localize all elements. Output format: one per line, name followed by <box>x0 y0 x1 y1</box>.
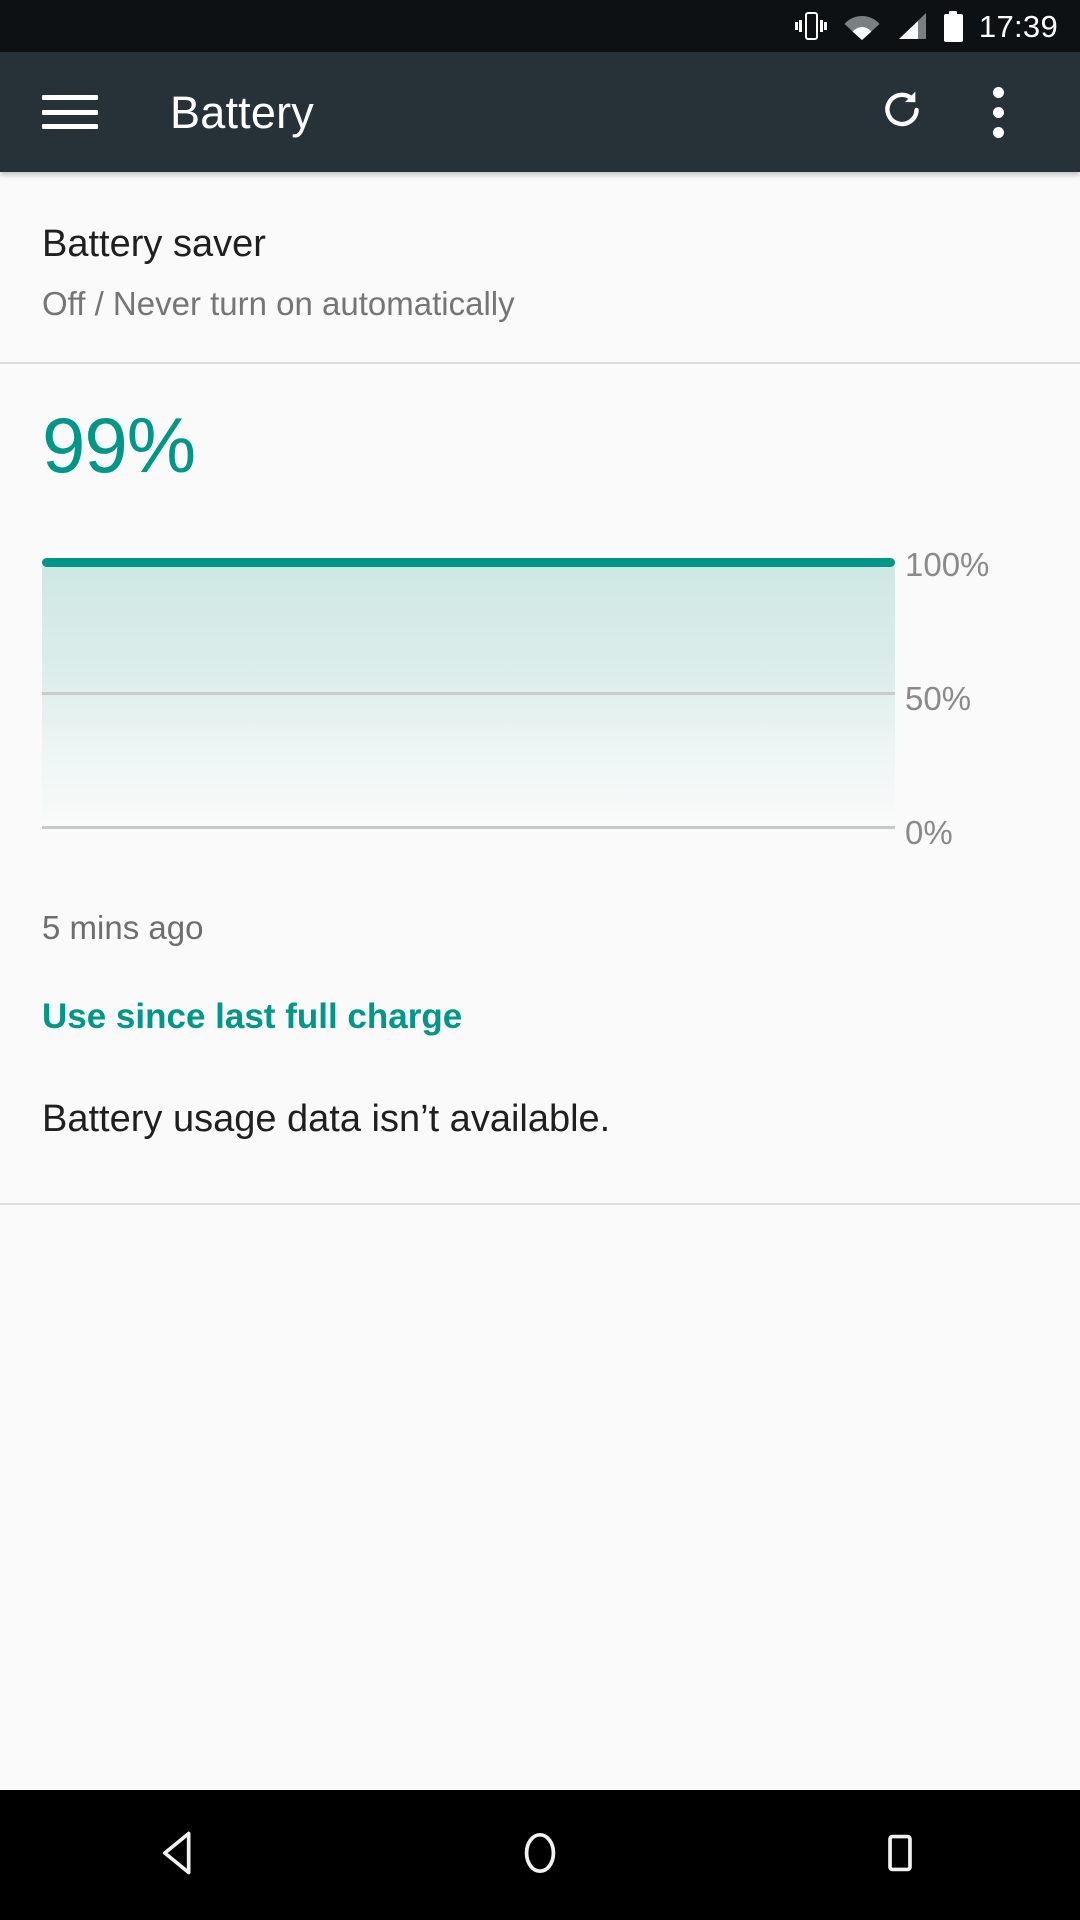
battery-saver-title: Battery saver <box>42 223 266 265</box>
use-since-last-full-charge-row: Use since last full charge <box>0 946 1080 1037</box>
chart-baseline-0 <box>42 826 895 830</box>
back-button[interactable] <box>100 1790 260 1920</box>
overflow-menu-button[interactable] <box>950 64 1046 160</box>
recents-nav-icon <box>874 1827 926 1884</box>
hamburger-menu-icon[interactable] <box>42 91 98 133</box>
cellular-signal-icon <box>896 12 928 40</box>
overflow-menu-icon <box>992 86 1004 138</box>
battery-saver-summary: Off / Never turn on automatically <box>42 284 515 322</box>
chart-gridline-50 <box>42 692 895 696</box>
battery-saver-row[interactable]: Battery saver Off / Never turn on automa… <box>0 172 1080 362</box>
page-title: Battery <box>170 86 314 138</box>
status-bar: 17:39 <box>0 0 1080 52</box>
battery-history-chart: 100% 50% 0% <box>0 548 1080 888</box>
navigation-bar <box>0 1790 1080 1920</box>
back-nav-icon <box>154 1827 206 1884</box>
chart-y-label-0: 0% <box>905 814 953 852</box>
chart-y-label-100: 100% <box>905 546 990 584</box>
app-bar: Battery <box>0 52 1080 172</box>
app-bar-actions <box>854 64 1080 160</box>
chart-plot-area <box>42 558 895 830</box>
no-usage-data-message: Battery usage data isn’t available. <box>42 1097 611 1140</box>
refresh-button[interactable] <box>854 64 950 160</box>
chart-timestamp-label: 5 mins ago <box>42 909 204 947</box>
vibrate-icon <box>794 10 828 42</box>
refresh-icon <box>877 85 927 140</box>
main-content: Battery saver Off / Never turn on automa… <box>0 172 1080 1790</box>
wifi-icon <box>844 12 880 40</box>
battery-percentage: 99% <box>42 401 196 490</box>
chart-y-label-50: 50% <box>905 680 972 718</box>
chart-y-axis-labels: 100% 50% 0% <box>905 548 1080 849</box>
status-bar-clock: 17:39 <box>978 8 1058 44</box>
home-button[interactable] <box>460 1790 620 1920</box>
recents-button[interactable] <box>820 1790 980 1920</box>
home-nav-icon <box>514 1827 566 1884</box>
chart-area-fill <box>42 566 895 829</box>
chart-level-line <box>42 558 895 568</box>
use-since-last-full-charge-link[interactable]: Use since last full charge <box>42 998 462 1037</box>
battery-icon <box>943 10 963 42</box>
divider-below-usage-message <box>0 1202 1080 1205</box>
status-bar-icons <box>794 10 963 42</box>
